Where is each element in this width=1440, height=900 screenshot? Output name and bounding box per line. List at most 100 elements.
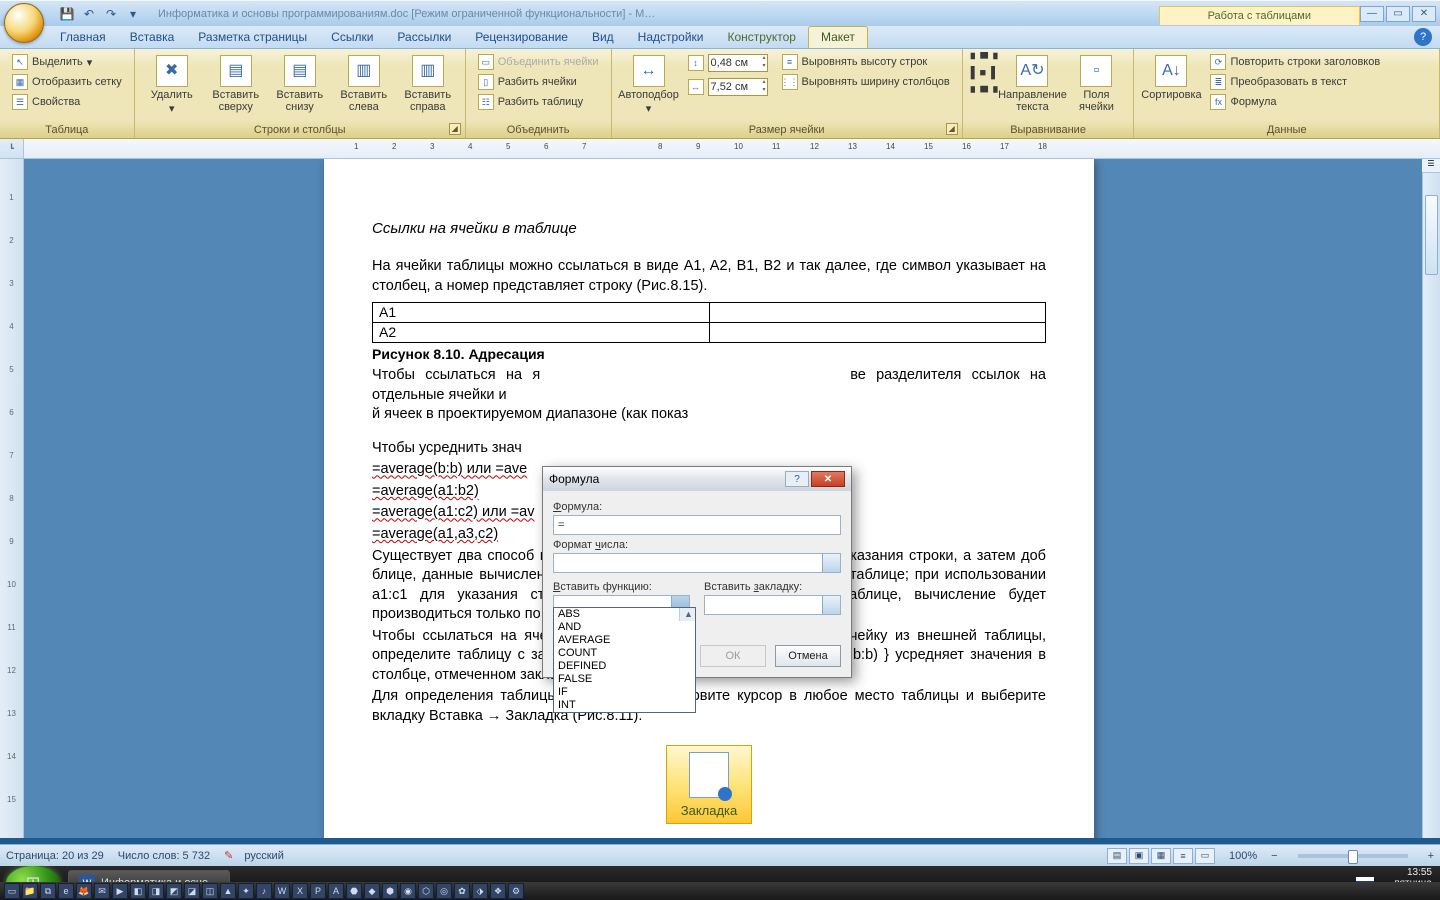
cancel-button[interactable]: Отмена	[775, 645, 841, 667]
ql-app8-icon[interactable]: ♪	[256, 883, 272, 899]
func-item[interactable]: COUNT	[554, 647, 695, 660]
close-button[interactable]: ✕	[1412, 6, 1436, 22]
align-bl-icon[interactable]: ▖	[971, 80, 979, 93]
tab-home[interactable]: Главная	[48, 27, 118, 48]
ql-app4-icon[interactable]: ◪	[184, 883, 200, 899]
ql-word-icon[interactable]: W	[274, 883, 290, 899]
zoom-out-icon[interactable]: −	[1271, 850, 1277, 862]
ql-app6-icon[interactable]: ▲	[220, 883, 236, 899]
align-br-icon[interactable]: ▗	[989, 80, 997, 93]
ql-excel-icon[interactable]: X	[292, 883, 308, 899]
ql-app13-icon[interactable]: ⬡	[418, 883, 434, 899]
qat-customize-icon[interactable]: ▾	[124, 5, 142, 23]
func-item[interactable]: INT	[554, 699, 695, 712]
insert-left-button[interactable]: ▥Вставить слева	[335, 53, 393, 115]
zoom-in-icon[interactable]: +	[1428, 850, 1434, 862]
format-combo[interactable]	[553, 553, 841, 573]
vertical-ruler[interactable]: 123456789101112131415	[0, 159, 24, 838]
status-page[interactable]: Страница: 20 из 29	[6, 850, 104, 862]
ql-app7-icon[interactable]: ✦	[238, 883, 254, 899]
func-item[interactable]: DEFINED	[554, 660, 695, 673]
align-tr-icon[interactable]: ▝	[989, 53, 997, 66]
bookmark-combo[interactable]	[704, 595, 841, 615]
dialog-titlebar[interactable]: Формула ? ✕	[543, 467, 851, 491]
tab-view[interactable]: Вид	[580, 27, 626, 48]
distribute-cols-button[interactable]: ⋮⋮Выровнять ширину столбцов	[778, 73, 954, 91]
status-lang[interactable]: ✎ русский	[224, 849, 284, 862]
redo-icon[interactable]: ↷	[102, 5, 120, 23]
ql-app5-icon[interactable]: ◫	[202, 883, 218, 899]
insert-above-button[interactable]: ▤Вставить сверху	[207, 53, 265, 115]
properties-button[interactable]: ☰Свойства	[8, 93, 126, 111]
ql-access-icon[interactable]: A	[328, 883, 344, 899]
ql-app10-icon[interactable]: ◆	[364, 883, 380, 899]
align-tl-icon[interactable]: ▘	[971, 53, 979, 66]
func-item[interactable]: AND	[554, 621, 695, 634]
ql-app1-icon[interactable]: ◧	[130, 883, 146, 899]
ql-ie-icon[interactable]: e	[58, 883, 74, 899]
tab-page-layout[interactable]: Разметка страницы	[186, 27, 319, 48]
minimize-button[interactable]: —	[1360, 6, 1384, 22]
ql-app15-icon[interactable]: ✿	[454, 883, 470, 899]
ql-media-icon[interactable]: ▶	[112, 883, 128, 899]
dialog-close-button[interactable]: ✕	[811, 471, 845, 487]
align-bc-icon[interactable]: ▄	[980, 80, 988, 93]
view-print-icon[interactable]: ▤	[1107, 848, 1127, 864]
ql-app11-icon[interactable]: ⬢	[382, 883, 398, 899]
ql-app16-icon[interactable]: ⬗	[472, 883, 488, 899]
tab-design[interactable]: Конструктор	[716, 27, 808, 48]
help-icon[interactable]: ?	[1414, 28, 1432, 46]
row-height-field[interactable]: ↕0,48 см	[684, 53, 772, 73]
ruler-toggle[interactable]: ☰	[1422, 159, 1440, 173]
merge-cells-button[interactable]: ▭Объединить ячейки	[474, 53, 603, 71]
zoom-value[interactable]: 100%	[1229, 850, 1257, 862]
sort-button[interactable]: A↓Сортировка	[1142, 53, 1200, 103]
insert-below-button[interactable]: ▤Вставить снизу	[271, 53, 329, 115]
view-fullscreen-icon[interactable]: ▣	[1129, 848, 1149, 864]
tab-insert[interactable]: Вставка	[118, 27, 187, 48]
select-button[interactable]: ↖Выделить ▾	[8, 53, 126, 71]
ql-app18-icon[interactable]: ⚙	[508, 883, 524, 899]
tab-references[interactable]: Ссылки	[319, 27, 385, 48]
tab-mailings[interactable]: Рассылки	[385, 27, 463, 48]
func-item[interactable]: AVERAGE	[554, 634, 695, 647]
view-outline-icon[interactable]: ≡	[1173, 848, 1193, 864]
func-item[interactable]: ABS	[554, 608, 695, 621]
ql-firefox-icon[interactable]: 🦊	[76, 883, 92, 899]
vertical-scrollbar[interactable]: ☰ ▲	[1422, 159, 1440, 838]
view-draft-icon[interactable]: ▭	[1195, 848, 1215, 864]
tab-layout[interactable]: Макет	[808, 26, 868, 48]
office-button[interactable]	[4, 3, 44, 43]
scroll-thumb[interactable]	[1425, 195, 1438, 275]
align-mr-icon[interactable]: ▐	[987, 67, 995, 79]
col-width-field[interactable]: ↔7,52 см	[684, 77, 772, 97]
autofit-button[interactable]: ↔Автоподбор▾	[620, 53, 678, 117]
hruler-track[interactable]: 123456789101112131415161718	[24, 139, 1440, 158]
convert-text-button[interactable]: ≣Преобразовать в текст	[1206, 73, 1384, 91]
insert-right-button[interactable]: ▥Вставить справа	[399, 53, 457, 115]
cellsize-dialog-launcher[interactable]: ◢	[946, 123, 958, 135]
formula-button[interactable]: fxФормула	[1206, 93, 1384, 111]
ruler-corner[interactable]: ┗	[0, 139, 24, 158]
func-item[interactable]: FALSE	[554, 673, 695, 686]
ql-desktop-icon[interactable]: ▭	[4, 883, 20, 899]
zoom-slider[interactable]	[1298, 854, 1408, 858]
func-item[interactable]: IF	[554, 686, 695, 699]
undo-icon[interactable]: ↶	[80, 5, 98, 23]
status-words[interactable]: Число слов: 5 732	[118, 850, 210, 862]
align-tc-icon[interactable]: ▀	[980, 53, 988, 66]
ql-app14-icon[interactable]: ◎	[436, 883, 452, 899]
save-icon[interactable]: 💾	[58, 5, 76, 23]
ql-app2-icon[interactable]: ◨	[148, 883, 164, 899]
formula-input[interactable]	[553, 515, 841, 535]
ql-mail-icon[interactable]: ✉	[94, 883, 110, 899]
delete-button[interactable]: ✖Удалить▾	[143, 53, 201, 117]
align-ml-icon[interactable]: ▌	[971, 67, 979, 79]
split-table-button[interactable]: ☷Разбить таблицу	[474, 93, 603, 111]
view-web-icon[interactable]: ▦	[1151, 848, 1171, 864]
text-direction-button[interactable]: A↻Направление текста	[1003, 53, 1061, 115]
ql-ppt-icon[interactable]: P	[310, 883, 326, 899]
cell-margins-button[interactable]: ▫Поля ячейки	[1067, 53, 1125, 115]
split-cells-button[interactable]: ▯Разбить ячейки	[474, 73, 603, 91]
maximize-button[interactable]: ▭	[1386, 6, 1410, 22]
